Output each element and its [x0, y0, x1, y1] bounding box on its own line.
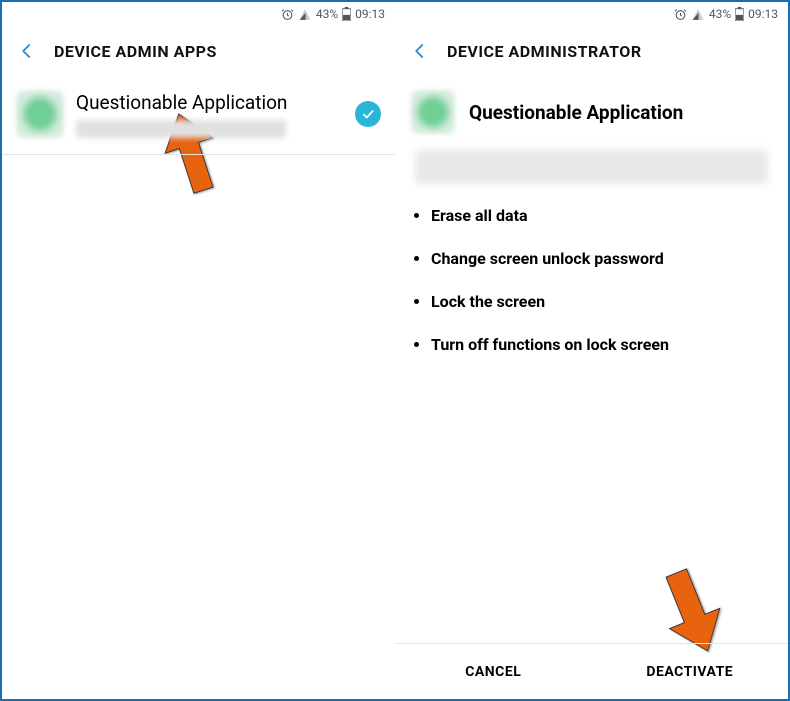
app-icon [16, 90, 64, 138]
battery-percent: 43% [316, 7, 338, 21]
app-detail-header: Questionable Application [395, 76, 788, 144]
screen-device-admin-apps: 43% 09:13 DEVICE ADMIN APPS Questionable… [2, 2, 395, 699]
deactivate-button[interactable]: DEACTIVATE [592, 644, 789, 699]
action-button-bar: CANCEL DEACTIVATE [395, 643, 788, 699]
back-icon[interactable] [409, 40, 431, 62]
signal-icon [298, 8, 312, 21]
back-icon[interactable] [16, 40, 38, 62]
cancel-button[interactable]: CANCEL [395, 644, 592, 699]
header: DEVICE ADMIN APPS [2, 26, 395, 76]
status-bar: 43% 09:13 [395, 2, 788, 26]
permission-item: Change screen unlock password [431, 249, 762, 268]
permission-item: Lock the screen [431, 292, 762, 311]
screen-device-administrator: 43% 09:13 DEVICE ADMINISTRATOR Questiona… [395, 2, 788, 699]
status-time: 09:13 [748, 7, 778, 21]
battery-icon [342, 7, 351, 21]
status-time: 09:13 [355, 7, 385, 21]
page-title: DEVICE ADMIN APPS [54, 42, 217, 61]
permission-item: Erase all data [431, 206, 762, 225]
permissions-list: Erase all data Change screen unlock pass… [395, 184, 788, 378]
app-icon [411, 90, 455, 134]
battery-icon [735, 7, 744, 21]
app-subtitle-blurred [76, 120, 286, 138]
page-title: DEVICE ADMINISTRATOR [447, 42, 642, 61]
app-name-label: Questionable Application [469, 101, 683, 124]
alarm-icon [281, 8, 294, 21]
permission-item: Turn off functions on lock screen [431, 335, 762, 354]
status-bar: 43% 09:13 [2, 2, 395, 26]
header: DEVICE ADMINISTRATOR [395, 26, 788, 76]
app-description-blurred [415, 150, 768, 184]
app-name-label: Questionable Application [76, 91, 343, 114]
alarm-icon [674, 8, 687, 21]
checkmark-icon[interactable] [355, 101, 381, 127]
admin-app-row[interactable]: Questionable Application [2, 76, 395, 155]
battery-percent: 43% [709, 7, 731, 21]
signal-icon [691, 8, 705, 21]
